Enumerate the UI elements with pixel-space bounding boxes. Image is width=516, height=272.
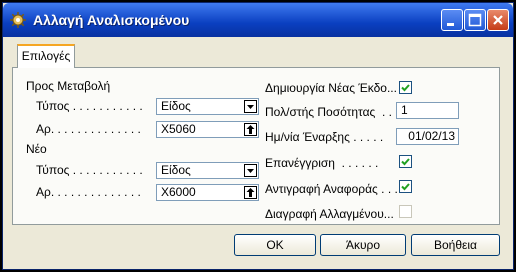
lookup-button[interactable] [244,186,257,199]
maximize-icon [468,13,482,27]
checkmark-icon [401,183,410,191]
from-type-select[interactable]: Είδος [156,98,259,115]
qty-multiplier-label: Πολ/στής Ποσότητας . . [265,105,393,119]
new-no-label: Αρ. . . . . . . . . . . . . . [36,185,141,199]
new-type-label: Τύπος . . . . . . . . . . . [36,163,143,177]
arrow-up-icon [246,188,255,197]
recalculate-checkbox[interactable] [399,155,412,168]
minimize-button[interactable] [441,9,463,31]
help-button[interactable]: Βοήθεια [411,234,500,256]
title-bar[interactable]: Αλλαγή Αναλισκομένου [3,3,513,37]
start-date-field[interactable]: 01/02/13 [396,128,459,145]
from-no-label: Αρ. . . . . . . . . . . . . . [36,122,141,136]
cancel-button[interactable]: Άκυρο [320,234,406,256]
close-icon [493,15,503,25]
copy-reference-label: Αντιγραφή Αναφοράς . . . [265,182,398,196]
recalculate-label: Επανέγγριση . . . . . . [265,156,379,170]
dropdown-button[interactable] [244,164,257,177]
checkmark-icon [401,84,410,92]
ok-button[interactable]: OK [234,234,316,256]
chevron-down-icon [247,169,254,173]
new-no-field[interactable]: X6000 [156,184,259,201]
create-new-version-checkbox[interactable] [399,81,412,94]
close-button[interactable] [487,9,509,31]
new-type-select[interactable]: Είδος [156,162,259,179]
from-heading: Προς Μεταβολή [26,79,111,93]
checkmark-icon [401,158,410,166]
chevron-down-icon [247,105,254,109]
new-no-value: X6000 [161,185,196,199]
arrow-up-icon [246,125,255,134]
qty-multiplier-value: 1 [401,103,408,117]
options-panel: Προς Μεταβολή Τύπος . . . . . . . . . . … [12,67,500,225]
new-type-value: Είδος [161,163,191,177]
from-no-value: X5060 [161,122,196,136]
lookup-button[interactable] [244,123,257,136]
from-no-field[interactable]: X5060 [156,121,259,138]
delete-changed-checkbox[interactable] [399,205,412,218]
dropdown-button[interactable] [244,100,257,113]
create-new-version-label: Δημιουργία Νέας Έκδο... [265,81,397,95]
maximize-button[interactable] [464,9,486,31]
copy-reference-checkbox[interactable] [399,180,412,193]
tab-options[interactable]: Επιλογές [17,44,75,68]
from-type-label: Τύπος . . . . . . . . . . . [36,99,143,113]
dialog-window: Αλλαγή Αναλισκομένου Επιλογές Προς Μεταβ… [2,2,514,270]
delete-changed-label: Διαγραφή Αλλαγμένου... [265,207,394,221]
from-type-value: Είδος [161,99,191,113]
start-date-label: Ημ/νία Έναρξης . . . . . [265,130,384,144]
qty-multiplier-field[interactable]: 1 [396,102,459,119]
window-title: Αλλαγή Αναλισκομένου [33,12,190,28]
start-date-value: 01/02/13 [408,129,455,143]
new-heading: Νέο [26,142,47,156]
gear-icon [10,12,26,28]
minimize-icon [447,23,454,26]
